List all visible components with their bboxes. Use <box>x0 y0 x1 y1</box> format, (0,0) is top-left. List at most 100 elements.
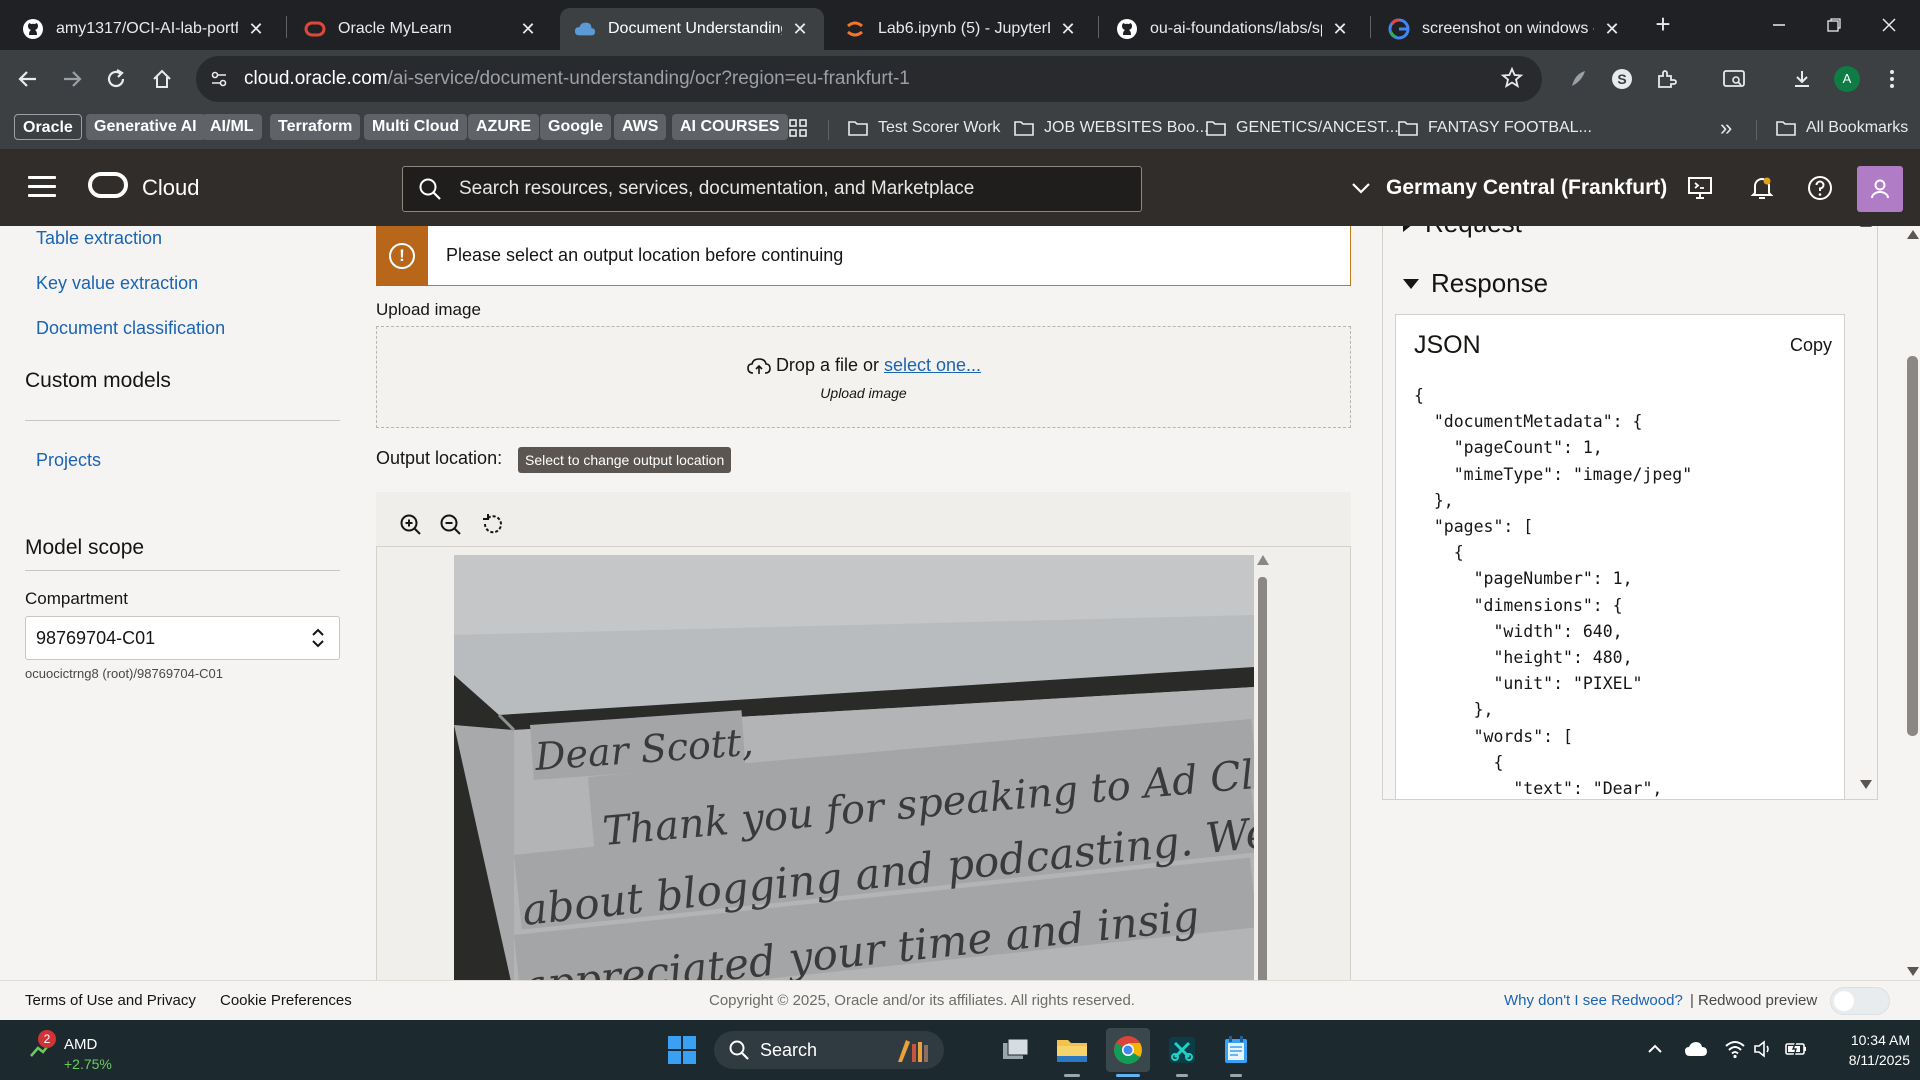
bookmark-aws[interactable]: AWS <box>614 114 667 140</box>
json-code-block[interactable]: { "documentMetadata": { "pageCount": 1, … <box>1414 383 1692 799</box>
apps-grid-icon[interactable] <box>788 114 808 142</box>
address-bar[interactable]: cloud.oracle.com/ai-service/document-und… <box>196 56 1542 102</box>
forward-arrow-icon[interactable] <box>56 63 88 95</box>
close-tab-icon[interactable]: ✕ <box>1602 19 1622 39</box>
sidebar-link-key-value-extraction[interactable]: Key value extraction <box>36 273 198 294</box>
image-vertical-scrollbar[interactable] <box>1257 555 1269 980</box>
battery-icon[interactable] <box>1784 1038 1806 1060</box>
tab-github-oci-ai-lab[interactable]: amy1317/OCI-AI-lab-portfo ✕ <box>8 8 280 50</box>
extensions-puzzle-icon[interactable] <box>1650 63 1682 95</box>
bookmark-terraform[interactable]: Terraform <box>270 114 361 140</box>
restore-window-icon[interactable] <box>1805 0 1863 50</box>
scrollbar-thumb[interactable] <box>1258 577 1267 980</box>
close-tab-icon[interactable]: ✕ <box>518 19 538 39</box>
region-selector[interactable]: Germany Central (Frankfurt) <box>1350 176 1667 200</box>
file-dropzone[interactable]: Drop a file or select one... Upload imag… <box>376 326 1351 428</box>
json-line: "pages": [ <box>1414 517 1534 537</box>
redwood-preview-toggle[interactable] <box>1830 987 1890 1015</box>
zoom-in-icon[interactable] <box>398 512 424 538</box>
grammarly-extension-icon[interactable]: S <box>1606 63 1638 95</box>
page-vertical-scrollbar[interactable] <box>1905 226 1920 980</box>
cloud-shell-icon[interactable] <box>1686 174 1714 202</box>
feather-extension-icon[interactable] <box>1562 63 1594 95</box>
notifications-bell-icon[interactable] <box>1748 174 1776 202</box>
home-icon[interactable] <box>146 63 178 95</box>
reset-zoom-icon[interactable] <box>480 512 506 538</box>
close-tab-icon[interactable]: ✕ <box>1330 19 1350 39</box>
snipping-tool-icon[interactable] <box>1160 1028 1204 1072</box>
bookmark-folder-job-websites[interactable]: JOB WEBSITES Boo... <box>1014 114 1209 142</box>
chrome-taskbar-icon[interactable] <box>1106 1028 1150 1072</box>
tab-google-search[interactable]: screenshot on windows - Go ✕ <box>1374 8 1636 50</box>
hamburger-menu-icon[interactable] <box>28 176 56 200</box>
compartment-select[interactable]: 98769704-C01 <box>25 616 340 660</box>
json-line: }, <box>1414 700 1494 720</box>
tab-jupyterlab[interactable]: Lab6.ipynb (5) - JupyterLab ✕ <box>830 8 1092 50</box>
zoom-out-icon[interactable] <box>438 512 464 538</box>
bookmark-multi-cloud[interactable]: Multi Cloud <box>364 114 468 140</box>
page-scroll-down-arrow-icon[interactable] <box>1907 967 1919 976</box>
select-file-link[interactable]: select one... <box>884 355 981 376</box>
bookmark-oracle[interactable]: Oracle <box>14 114 82 140</box>
stock-widget[interactable]: 2 AMD +2.75% <box>22 1028 142 1074</box>
all-bookmarks-button[interactable]: All Bookmarks <box>1776 114 1908 142</box>
bookmark-ai-ml[interactable]: AI/ML <box>202 114 262 140</box>
oci-brand-label[interactable]: Cloud <box>142 175 199 201</box>
chevron-up-icon[interactable] <box>1644 1038 1666 1060</box>
bookmark-star-icon[interactable] <box>1500 66 1526 92</box>
profile-avatar[interactable]: A <box>1834 66 1860 92</box>
windows-start-icon[interactable] <box>660 1028 704 1072</box>
wifi-icon[interactable] <box>1724 1038 1746 1060</box>
tab-title: Document Understanding | <box>608 20 782 37</box>
bookmark-azure[interactable]: AZURE <box>468 114 540 140</box>
user-profile-button[interactable] <box>1857 166 1903 212</box>
chrome-menu-icon[interactable] <box>1876 63 1908 95</box>
notepad-icon[interactable] <box>1214 1028 1258 1072</box>
help-icon[interactable] <box>1806 174 1834 202</box>
sidebar-link-table-extraction[interactable]: Table extraction <box>36 228 162 249</box>
downloads-icon[interactable] <box>1786 63 1818 95</box>
page-scroll-up-arrow-icon[interactable] <box>1907 230 1919 239</box>
bookmark-folder-fantasy-football[interactable]: FANTASY FOOTBAL... <box>1398 114 1592 142</box>
close-tab-icon[interactable]: ✕ <box>1058 19 1078 39</box>
terms-link[interactable]: Terms of Use and Privacy <box>25 992 196 1009</box>
copy-button[interactable]: Copy <box>1790 335 1832 356</box>
bookmark-generative-ai[interactable]: Generative AI <box>86 114 205 140</box>
file-explorer-icon[interactable] <box>1050 1028 1094 1072</box>
taskbar-search[interactable]: Search <box>714 1031 944 1069</box>
tab-github-ou-ai-foundations[interactable]: ou-ai-foundations/labs/spe ✕ <box>1102 8 1364 50</box>
close-tab-icon[interactable]: ✕ <box>246 19 266 39</box>
bookmarks-overflow-button[interactable]: » <box>1720 114 1732 142</box>
request-section-toggle[interactable]: Request <box>1403 226 1522 239</box>
reload-icon[interactable] <box>100 63 132 95</box>
tab-oracle-mylearn[interactable]: Oracle MyLearn ✕ <box>290 8 552 50</box>
bookmark-folder-test-scorer[interactable]: Test Scorer Work <box>848 114 1000 142</box>
back-arrow-icon[interactable] <box>12 63 44 95</box>
system-clock[interactable]: 10:34 AM 8/11/2025 <box>1820 1030 1910 1070</box>
why-no-redwood-link[interactable]: Why don't I see Redwood? <box>1504 992 1683 1009</box>
tab-document-understanding[interactable]: Document Understanding | ✕ <box>560 8 824 50</box>
scroll-up-arrow-icon[interactable] <box>1257 555 1269 565</box>
response-section-toggle[interactable]: Response <box>1403 268 1548 299</box>
json-scroll-down-arrow-icon[interactable] <box>1860 780 1872 789</box>
sidebar-link-document-classification[interactable]: Document classification <box>36 318 225 339</box>
oci-search-bar[interactable] <box>402 166 1142 212</box>
page-scrollbar-thumb[interactable] <box>1907 356 1918 736</box>
volume-icon[interactable] <box>1752 1038 1774 1060</box>
onedrive-cloud-icon[interactable] <box>1684 1038 1707 1060</box>
bookmark-ai-courses[interactable]: AI COURSES <box>672 114 788 140</box>
tab-search-icon[interactable] <box>1718 63 1750 95</box>
sidebar-link-projects[interactable]: Projects <box>36 450 101 471</box>
oracle-logo-icon[interactable] <box>88 172 128 198</box>
close-tab-icon[interactable]: ✕ <box>790 19 810 39</box>
site-info-icon[interactable] <box>206 66 232 92</box>
search-input[interactable] <box>459 178 1141 200</box>
json-scroll-up-arrow-icon[interactable] <box>1860 226 1872 227</box>
new-tab-button[interactable]: + <box>1648 10 1678 40</box>
task-view-icon[interactable] <box>994 1028 1038 1072</box>
bookmark-google[interactable]: Google <box>540 114 612 140</box>
close-window-icon[interactable] <box>1860 0 1918 50</box>
cookie-preferences-link[interactable]: Cookie Preferences <box>220 992 352 1009</box>
minimize-window-icon[interactable] <box>1750 0 1808 50</box>
bookmark-folder-genetics[interactable]: GENETICS/ANCEST... <box>1206 114 1399 142</box>
